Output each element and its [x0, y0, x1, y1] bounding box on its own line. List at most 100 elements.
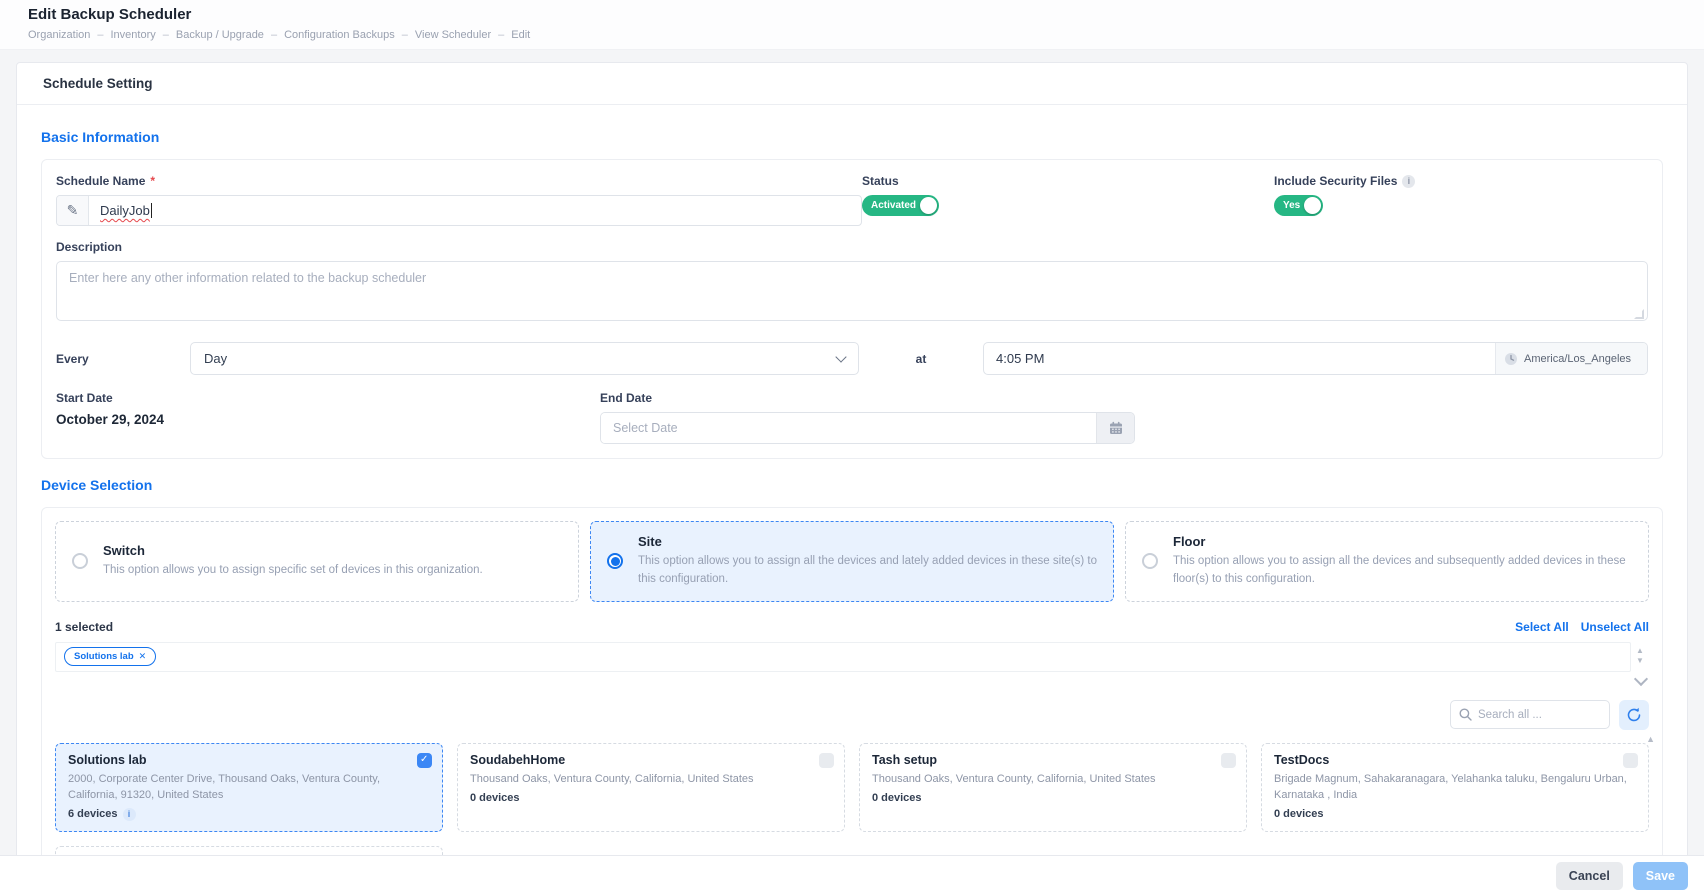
basic-information-heading: Basic Information	[41, 129, 1663, 145]
time-input[interactable]: 4:05 PM America/Los_Angeles	[983, 342, 1648, 375]
panel-title: Schedule Setting	[17, 63, 1687, 105]
checkbox-unchecked[interactable]	[1623, 753, 1638, 768]
mode-card-site[interactable]: Site This option allows you to assign al…	[590, 521, 1114, 602]
end-date-label: End Date	[600, 391, 1135, 405]
breadcrumb-item-view-scheduler[interactable]: View Scheduler	[415, 29, 491, 41]
schedule-name-label: Schedule Name *	[56, 174, 862, 188]
site-card-soudabehhome[interactable]: SoudabehHome Thousand Oaks, Ventura Coun…	[457, 743, 845, 832]
site-name: SoudabehHome	[470, 753, 832, 767]
save-button[interactable]: Save	[1633, 862, 1688, 890]
site-address: Thousand Oaks, Ventura County, Californi…	[470, 772, 832, 788]
chevron-down-icon	[835, 351, 846, 362]
radio-button[interactable]	[1142, 553, 1158, 569]
end-date-input[interactable]	[601, 413, 1096, 443]
start-date-label: Start Date	[56, 391, 600, 405]
selected-count: 1 selected	[55, 620, 113, 634]
security-toggle-label: Yes	[1283, 200, 1300, 211]
chip-solutions-lab[interactable]: Solutions lab ✕	[64, 647, 156, 666]
description-textarea[interactable]	[56, 261, 1648, 321]
radio-button[interactable]	[72, 553, 88, 569]
mode-description: This option allows you to assign specifi…	[103, 562, 483, 580]
every-select-value: Day	[204, 351, 227, 366]
info-icon[interactable]: i	[123, 808, 136, 821]
refresh-icon	[1626, 707, 1642, 723]
device-selection-box: Switch This option allows you to assign …	[41, 507, 1663, 895]
chip-strip-scroller[interactable]: ▲ ▼	[1631, 642, 1649, 672]
chip-close-icon[interactable]: ✕	[139, 651, 147, 662]
start-date-value: October 29, 2024	[56, 412, 600, 427]
calendar-icon	[1109, 421, 1123, 435]
breadcrumb-separator: –	[163, 29, 169, 41]
assignment-mode-options: Switch This option allows you to assign …	[55, 521, 1649, 602]
site-address: Thousand Oaks, Ventura County, Californi…	[872, 772, 1234, 788]
site-address: Brigade Magnum, Sahakaranagara, Yelahank…	[1274, 772, 1636, 804]
refresh-button[interactable]	[1619, 700, 1649, 730]
radio-button[interactable]	[607, 553, 623, 569]
include-security-files-toggle[interactable]: Yes	[1274, 195, 1323, 216]
include-security-files-label: Include Security Files i	[1274, 174, 1648, 188]
checkbox-checked[interactable]	[417, 753, 432, 768]
breadcrumb-separator: –	[271, 29, 277, 41]
checkbox-unchecked[interactable]	[819, 753, 834, 768]
toggle-knob	[1304, 197, 1321, 214]
breadcrumb-separator: –	[498, 29, 504, 41]
required-asterisk: *	[150, 174, 155, 188]
at-label: at	[859, 352, 983, 366]
calendar-icon-button[interactable]	[1096, 413, 1134, 443]
schedule-name-input[interactable]: ✎ DailyJob	[56, 195, 862, 226]
timezone-chip[interactable]: America/Los_Angeles	[1495, 343, 1647, 374]
status-toggle[interactable]: Activated	[862, 195, 939, 216]
site-card-tash-setup[interactable]: Tash setup Thousand Oaks, Ventura County…	[859, 743, 1247, 832]
breadcrumb: Organization – Inventory – Backup / Upgr…	[28, 29, 1704, 41]
page-title: Edit Backup Scheduler	[28, 6, 1704, 23]
status-label: Status	[862, 174, 1274, 188]
mode-card-switch[interactable]: Switch This option allows you to assign …	[55, 521, 579, 602]
clock-icon	[1504, 352, 1518, 366]
every-select[interactable]: Day	[190, 342, 859, 375]
breadcrumb-item-inventory[interactable]: Inventory	[111, 29, 156, 41]
breadcrumb-item-edit: Edit	[511, 29, 530, 41]
description-label: Description	[56, 240, 1648, 254]
toggle-knob	[920, 197, 937, 214]
page-header: Edit Backup Scheduler Organization – Inv…	[0, 0, 1704, 50]
site-device-count: 0 devices	[470, 792, 520, 804]
unselect-all-link[interactable]: Unselect All	[1581, 620, 1649, 634]
cancel-button[interactable]: Cancel	[1556, 862, 1623, 890]
search-box[interactable]	[1450, 700, 1610, 729]
site-device-count: 6 devices	[68, 808, 118, 820]
footer-action-bar: Cancel Save	[0, 855, 1704, 895]
mode-title: Floor	[1173, 534, 1632, 549]
device-selection-heading: Device Selection	[41, 477, 1663, 493]
scroll-down-icon[interactable]: ▼	[1636, 657, 1644, 666]
checkbox-unchecked[interactable]	[1221, 753, 1236, 768]
schedule-setting-panel: Schedule Setting Basic Information Sched…	[16, 62, 1688, 870]
time-value: 4:05 PM	[984, 343, 1495, 374]
site-address: 2000, Corporate Center Drive, Thousand O…	[68, 772, 430, 804]
timezone-value: America/Los_Angeles	[1524, 353, 1631, 365]
pencil-icon: ✎	[57, 196, 89, 225]
mode-description: This option allows you to assign all the…	[638, 553, 1097, 589]
basic-information-box: Schedule Name * ✎ DailyJob Status Act	[41, 159, 1663, 459]
scroll-up-icon[interactable]: ▲	[1646, 734, 1655, 744]
mode-title: Site	[638, 534, 1097, 549]
site-card-solutions-lab[interactable]: Solutions lab 2000, Corporate Center Dri…	[55, 743, 443, 832]
expand-chevron-icon[interactable]	[1634, 672, 1648, 686]
site-name: TestDocs	[1274, 753, 1636, 767]
site-card-testdocs[interactable]: TestDocs Brigade Magnum, Sahakaranagara,…	[1261, 743, 1649, 832]
status-toggle-label: Activated	[871, 200, 916, 211]
breadcrumb-item-backup-upgrade[interactable]: Backup / Upgrade	[176, 29, 264, 41]
scroll-up-icon[interactable]: ▲	[1636, 647, 1644, 656]
search-input[interactable]	[1478, 709, 1588, 721]
site-device-count: 0 devices	[872, 792, 922, 804]
text-caret	[151, 203, 152, 218]
chip-label: Solutions lab	[74, 651, 134, 662]
breadcrumb-item-configuration-backups[interactable]: Configuration Backups	[284, 29, 395, 41]
select-all-link[interactable]: Select All	[1515, 620, 1569, 634]
site-device-count: 0 devices	[1274, 808, 1324, 820]
mode-card-floor[interactable]: Floor This option allows you to assign a…	[1125, 521, 1649, 602]
site-name: Tash setup	[872, 753, 1234, 767]
schedule-name-value: DailyJob	[100, 203, 150, 218]
search-icon	[1459, 708, 1472, 721]
breadcrumb-item-organization[interactable]: Organization	[28, 29, 90, 41]
info-icon[interactable]: i	[1402, 175, 1415, 188]
